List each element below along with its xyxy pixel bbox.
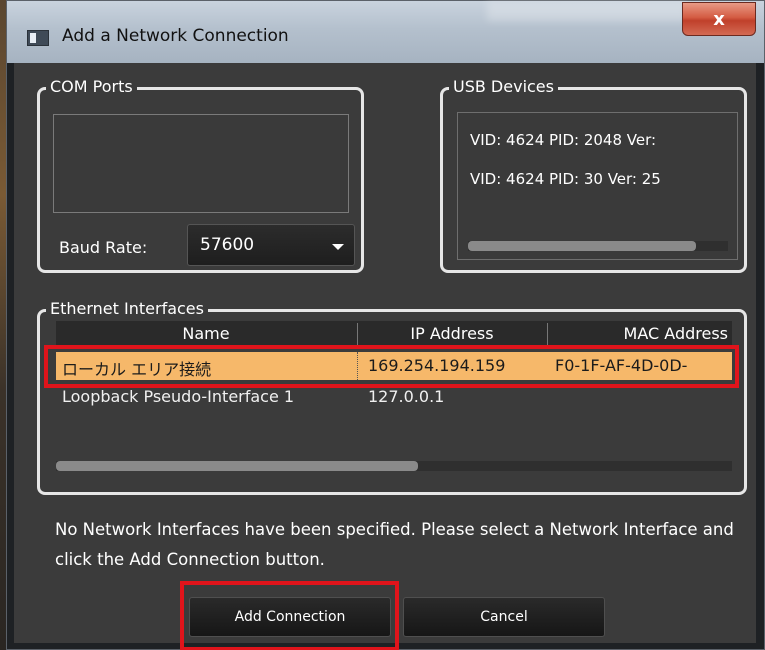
- usb-device-item[interactable]: VID: 4624 PID: 2048 Ver:: [470, 131, 656, 149]
- usb-devices-list[interactable]: VID: 4624 PID: 2048 Ver: VID: 4624 PID: …: [457, 112, 738, 260]
- table-cell-ip: 169.254.194.159: [368, 356, 506, 375]
- column-header-mac-address[interactable]: MAC Address: [548, 324, 732, 343]
- usb-device-item[interactable]: VID: 4624 PID: 30 Ver: 25: [470, 170, 661, 188]
- column-header-ip-address[interactable]: IP Address: [358, 324, 546, 343]
- column-header-name[interactable]: Name: [56, 324, 356, 343]
- table-cell-ip: 127.0.0.1: [368, 387, 445, 406]
- ethernet-interfaces-table: Name IP Address MAC Address ローカル エリア接続 1…: [56, 321, 732, 471]
- cell-divider: [357, 352, 358, 380]
- close-button[interactable]: x: [682, 2, 756, 36]
- table-row[interactable]: Loopback Pseudo-Interface 1 127.0.0.1: [56, 383, 732, 411]
- table-cell-name: Loopback Pseudo-Interface 1: [62, 387, 295, 406]
- cancel-button[interactable]: Cancel: [403, 597, 605, 637]
- table-row-selected[interactable]: ローカル エリア接続 169.254.194.159 F0-1F-AF-4D-0…: [56, 352, 732, 380]
- close-icon: x: [713, 8, 725, 30]
- title-bar-shine: [487, 1, 687, 21]
- com-ports-group: COM Ports Baud Rate: 57600: [37, 77, 364, 273]
- table-horizontal-scrollbar[interactable]: [56, 461, 732, 471]
- add-network-connection-dialog: Add a Network Connection x COM Ports Bau…: [6, 0, 765, 650]
- baud-rate-value: 57600: [200, 235, 255, 255]
- window-title: Add a Network Connection: [62, 26, 289, 46]
- chevron-down-icon: [332, 244, 344, 250]
- usb-list-horizontal-scrollbar[interactable]: [468, 241, 728, 251]
- table-header: Name IP Address MAC Address: [56, 321, 732, 349]
- baud-rate-label: Baud Rate:: [59, 238, 148, 257]
- add-connection-button[interactable]: Add Connection: [189, 597, 391, 637]
- com-ports-legend: COM Ports: [46, 77, 137, 96]
- usb-list-scrollbar-thumb[interactable]: [468, 241, 696, 251]
- usb-devices-legend: USB Devices: [449, 77, 558, 96]
- com-ports-list[interactable]: [53, 114, 349, 213]
- baud-rate-select[interactable]: 57600: [187, 224, 355, 266]
- window-app-icon: [27, 30, 49, 46]
- instruction-message: No Network Interfaces have been specifie…: [55, 520, 734, 569]
- table-cell-mac: F0-1F-AF-4D-0D-: [555, 356, 688, 375]
- usb-devices-group: USB Devices VID: 4624 PID: 2048 Ver: VID…: [440, 77, 747, 273]
- ethernet-interfaces-group: Ethernet Interfaces Name IP Address MAC …: [37, 299, 747, 495]
- dialog-content: COM Ports Baud Rate: 57600 USB Devices V…: [14, 63, 756, 650]
- table-scrollbar-thumb[interactable]: [56, 461, 418, 471]
- table-cell-name: ローカル エリア接続: [62, 360, 212, 379]
- ethernet-interfaces-legend: Ethernet Interfaces: [46, 299, 208, 318]
- title-bar[interactable]: Add a Network Connection x: [7, 1, 764, 63]
